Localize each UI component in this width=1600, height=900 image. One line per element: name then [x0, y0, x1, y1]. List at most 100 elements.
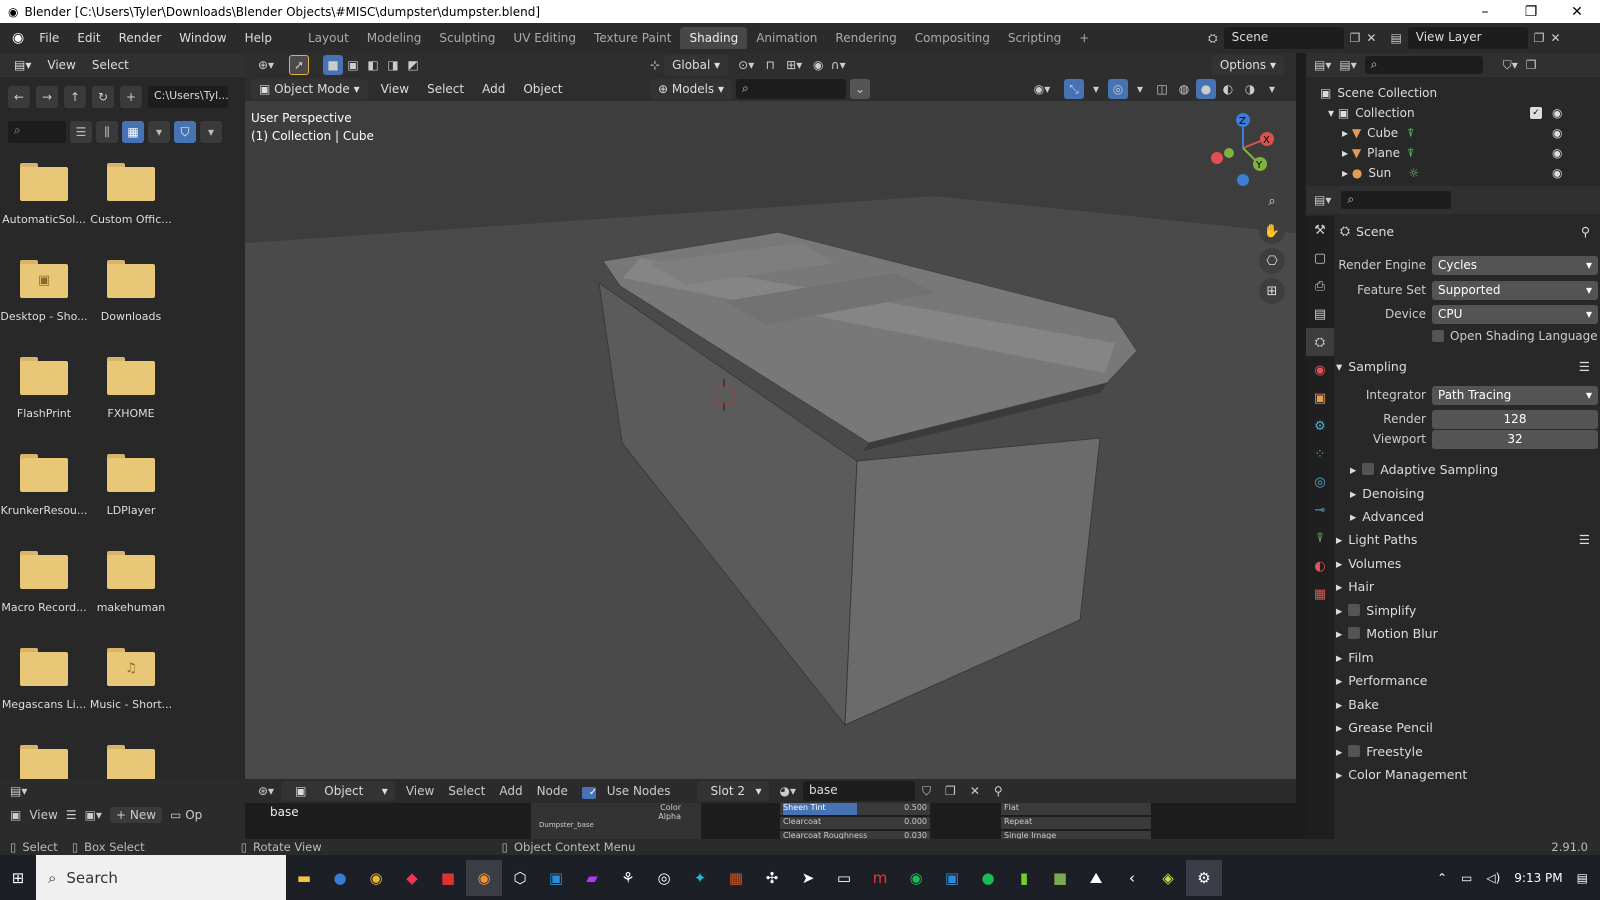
list-item[interactable]: makehuman [87, 551, 175, 614]
shader-type-dropdown[interactable]: ▣ Object ▾ [281, 781, 395, 801]
modifier-tab-icon[interactable]: ⚙ [1306, 412, 1334, 440]
chrome-icon[interactable]: ◉ [358, 860, 394, 896]
texture-tab-icon[interactable]: ▦ [1306, 580, 1334, 608]
app-icon[interactable]: ▣ [934, 860, 970, 896]
filter-icon[interactable]: ⛉▾ [1503, 58, 1518, 73]
scene-tab-icon[interactable]: ⛭ [1306, 328, 1334, 356]
editor-type-icon[interactable]: ▤▾ [6, 58, 39, 72]
mesh-data-icon[interactable]: ⍒ [1407, 146, 1414, 161]
eye-icon[interactable]: ◉ [1552, 106, 1562, 120]
particles-tab-icon[interactable]: ⁘ [1306, 440, 1334, 468]
app-icon[interactable]: ⛰ [1078, 860, 1114, 896]
scene-field[interactable]: Scene [1223, 27, 1344, 49]
editor-type-icon[interactable]: ▤▾ [10, 784, 27, 798]
fake-user-icon[interactable]: ⛉ [915, 784, 938, 799]
outliner-row-collection[interactable]: ▾ ▣ Collection ✓ ◉ [1306, 103, 1600, 123]
perspective-grid-icon[interactable]: ⊞ [1259, 278, 1285, 304]
tab-rendering[interactable]: Rendering [826, 27, 905, 49]
select-invert-icon[interactable]: ◨ [383, 55, 403, 75]
transform-orientation-dropdown[interactable]: Global ▾ [664, 55, 729, 75]
zoom-icon[interactable]: ⌕ [1259, 188, 1285, 214]
pan-hand-icon[interactable]: ✋ [1259, 218, 1285, 244]
film-panel[interactable]: ▸ Film [1336, 646, 1598, 668]
vertical-list-icon[interactable]: ☰ [70, 121, 92, 143]
list-item[interactable]: LDPlayer [87, 454, 175, 517]
tab-modeling[interactable]: Modeling [358, 27, 431, 49]
bake-panel[interactable]: ▸ Bake [1336, 693, 1598, 715]
render-samples-field[interactable]: 128 [1432, 409, 1598, 429]
vp-search-input[interactable]: ⌕ [736, 79, 847, 99]
app-icon[interactable]: ▦ [718, 860, 754, 896]
denoising-subpanel[interactable]: ▸ Denoising [1336, 482, 1598, 504]
list-item[interactable]: KrunkerResou... [0, 454, 88, 517]
outliner-row-scene-collection[interactable]: ▣ Scene Collection [1306, 83, 1600, 103]
app-icon[interactable]: ◈ [1150, 860, 1186, 896]
list-item[interactable]: Macro Record... [0, 551, 88, 614]
image-texture-node[interactable]: Color Alpha Dumpster_base [531, 803, 701, 839]
eye-icon[interactable]: ◉ [1552, 146, 1562, 160]
add-workspace-button[interactable]: + [1070, 27, 1098, 49]
minecraft-icon[interactable]: ■ [1042, 860, 1078, 896]
tab-sculpting[interactable]: Sculpting [430, 27, 504, 49]
osl-checkbox[interactable]: Open Shading Language [1336, 325, 1598, 347]
proportional-edit-icon[interactable]: ◉ [808, 55, 828, 75]
fb-menu-view[interactable]: View [39, 58, 83, 72]
delete-view-layer-icon[interactable]: ✕ [1551, 31, 1561, 45]
wireframe-shading-icon[interactable]: ◍ [1174, 79, 1194, 99]
list-item[interactable]: Custom Offic... [87, 163, 175, 226]
tab-animation[interactable]: Animation [747, 27, 826, 49]
new-scene-icon[interactable]: ❐ [1350, 31, 1361, 45]
minimize-button[interactable]: – [1462, 0, 1508, 23]
volumes-panel[interactable]: ▸ Volumes [1336, 552, 1598, 574]
select-new-icon[interactable]: ■ [323, 55, 343, 75]
node-menu-view[interactable]: View [399, 784, 441, 798]
material-browse-icon[interactable]: ◕▾ [773, 784, 804, 798]
app-icon[interactable]: ◎ [646, 860, 682, 896]
app-icon[interactable]: ▮ [1006, 860, 1042, 896]
display-settings-icon[interactable]: ▾ [148, 121, 170, 143]
filter-icon[interactable]: ⛉ [174, 121, 196, 143]
list-item[interactable]: AutomaticSol... [0, 163, 88, 226]
view-layer-tab-icon[interactable]: ▤ [1306, 300, 1334, 328]
select-tool-icon[interactable]: ➚ [289, 55, 309, 75]
freestyle-panel[interactable]: ▸ Freestyle [1336, 740, 1598, 762]
new-collection-icon[interactable]: ❐ [1526, 58, 1537, 72]
adaptive-sampling-subpanel[interactable]: ▸ Adaptive Sampling [1336, 458, 1598, 480]
maximize-button[interactable]: ❐ [1508, 0, 1554, 23]
material-shading-icon[interactable]: ◐ [1218, 79, 1238, 99]
sampling-panel-header[interactable]: ▾ Sampling ☰ [1336, 355, 1598, 377]
solid-shading-icon[interactable]: ● [1196, 79, 1216, 99]
outliner-row-plane[interactable]: ▸ ▼ Plane ⍒ ◉ [1306, 143, 1600, 163]
overlay-icon[interactable]: ◎ [1108, 79, 1128, 99]
viewport-samples-field[interactable]: 32 [1432, 429, 1598, 449]
list-item[interactable]: FlashPrint [0, 357, 88, 420]
tab-uv-editing[interactable]: UV Editing [504, 27, 585, 49]
simplify-panel[interactable]: ▸ Simplify [1336, 599, 1598, 621]
expand-icon[interactable]: ▸ [1342, 166, 1348, 180]
properties-search-input[interactable]: ⌕ [1341, 191, 1452, 209]
path-field[interactable]: C:\Users\Tyl... [148, 86, 228, 108]
eye-icon[interactable]: ◉ [1552, 166, 1562, 180]
options-dropdown[interactable]: Options ▾ [1211, 55, 1284, 75]
horizontal-list-icon[interactable]: ⫼ [96, 121, 118, 143]
duplicate-material-icon[interactable]: ❐ [938, 784, 963, 798]
search-input[interactable]: ⌕ [8, 121, 66, 143]
app-orange-icon[interactable]: ◆ [394, 860, 430, 896]
blender-menu-icon[interactable]: ◉ [0, 30, 30, 46]
tray-chevron-icon[interactable]: ⌃ [1437, 871, 1447, 885]
image-browse-icon[interactable]: ▣▾ [85, 808, 102, 822]
app-red-icon[interactable]: ■ [430, 860, 466, 896]
pin-icon[interactable]: ⚲ [1581, 224, 1590, 239]
new-image-button[interactable]: + New [109, 807, 163, 823]
render-engine-dropdown[interactable]: Cycles ▾ [1432, 255, 1598, 275]
constraints-tab-icon[interactable]: ⊸ [1306, 496, 1334, 524]
presets-icon[interactable]: ☰ [1579, 359, 1590, 374]
forward-arrow-icon[interactable]: → [36, 86, 58, 108]
eye-icon[interactable]: ◉ [1552, 126, 1562, 140]
app-icon[interactable]: ▰ [574, 860, 610, 896]
windows-start-icon[interactable]: ⊞ [0, 860, 36, 896]
menu-file[interactable]: File [30, 31, 68, 45]
close-button[interactable]: ✕ [1554, 0, 1600, 23]
overlay-dropdown-icon[interactable]: ▾ [1130, 79, 1150, 99]
tab-scripting[interactable]: Scripting [999, 27, 1070, 49]
